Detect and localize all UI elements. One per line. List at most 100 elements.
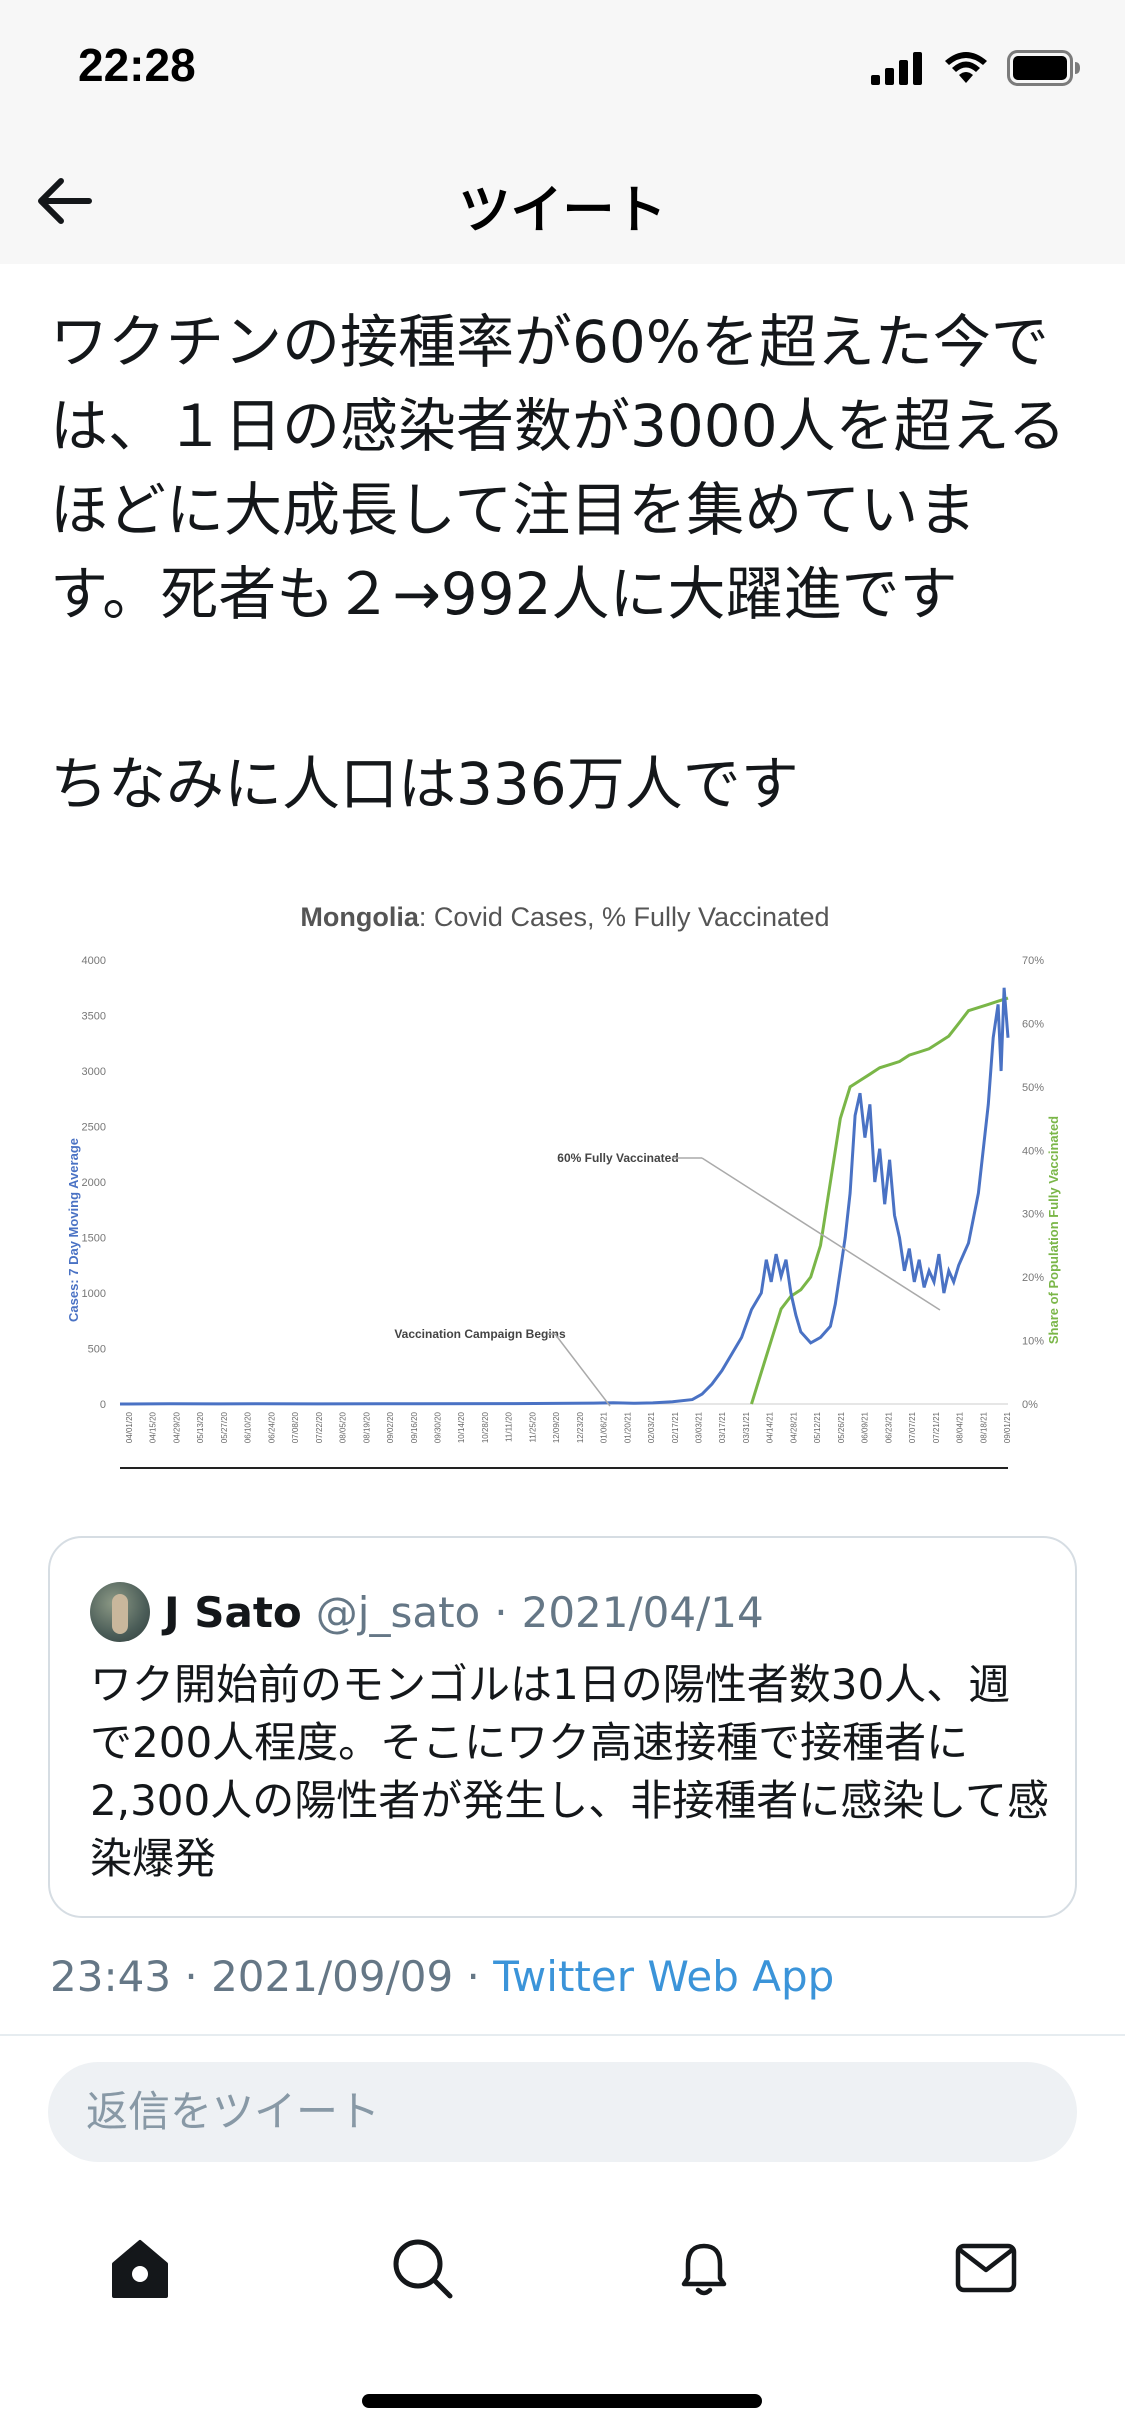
tweet-timestamp: 23:43 · 2021/09/09 · — [50, 1952, 494, 2001]
x-tick: 08/18/21 — [979, 1411, 988, 1443]
y-axis-label-right: Share of Population Fully Vaccinated — [1046, 1116, 1061, 1344]
y-ticks-right: 0% 10% 20% 30% 40% 50% 60% 70% — [1022, 955, 1044, 1411]
chart-svg: Mongolia: Covid Cases, % Fully Vaccinate… — [66, 902, 1061, 1469]
status-bar: 22:28 — [0, 0, 1125, 140]
x-tick: 05/26/21 — [837, 1411, 846, 1443]
x-tick: 03/31/21 — [742, 1411, 751, 1443]
chart-title-rest: : Covid Cases, % Fully Vaccinated — [419, 902, 830, 932]
x-tick: 05/13/20 — [196, 1411, 205, 1443]
x-tick: 07/21/21 — [932, 1411, 941, 1443]
y-tick-right: 70% — [1022, 955, 1044, 967]
battery-icon — [1007, 50, 1081, 90]
y-tick-left: 0 — [100, 1399, 106, 1411]
y-tick-left: 4000 — [82, 955, 106, 967]
x-tick: 07/08/20 — [291, 1411, 300, 1443]
x-tick: 03/17/21 — [718, 1411, 727, 1443]
y-tick-right: 10% — [1022, 1336, 1044, 1348]
y-tick-right: 50% — [1022, 1082, 1044, 1094]
chart-title: Mongolia: Covid Cases, % Fully Vaccinate… — [300, 902, 829, 932]
quoted-author-handle[interactable]: @j_sato — [316, 1588, 480, 1637]
tweet-meta: 23:43 · 2021/09/09 · Twitter Web App — [50, 1952, 834, 2001]
y-tick-left: 1500 — [82, 1233, 106, 1245]
y-tick-left: 500 — [88, 1344, 106, 1356]
reply-input[interactable]: 返信をツイート — [86, 2062, 380, 2162]
x-tick: 09/01/21 — [1003, 1411, 1012, 1443]
bell-icon — [681, 2243, 727, 2296]
x-tick: 11/25/20 — [528, 1411, 537, 1442]
x-tick: 08/05/20 — [339, 1411, 348, 1443]
series-line-vaccinated — [750, 996, 1009, 1405]
x-tick: 04/14/21 — [766, 1411, 775, 1443]
annotation-60pct-label: 60% Fully Vaccinated — [557, 1151, 678, 1165]
home-indicator — [362, 2394, 762, 2408]
x-tick: 09/30/20 — [433, 1411, 442, 1443]
signal-icon — [871, 51, 925, 89]
tweet-text-2: ちなみに人口は336万人です — [50, 750, 799, 818]
x-tick: 09/16/20 — [410, 1411, 419, 1443]
x-tick: 07/07/21 — [908, 1411, 917, 1443]
status-time: 22:28 — [78, 39, 196, 91]
avatar[interactable] — [90, 1582, 150, 1642]
quoted-tweet[interactable]: J Sato @j_sato · 2021/04/14 ワク開始前のモンゴルは1… — [48, 1536, 1077, 1918]
x-tick: 12/09/20 — [552, 1411, 561, 1443]
y-tick-right: 40% — [1022, 1145, 1044, 1157]
tweet-text: ワクチンの接種率が60%を超えた今では、１日の感染者数が3000人を超えるほどに… — [50, 308, 1066, 628]
x-tick: 09/02/20 — [386, 1411, 395, 1443]
x-tick: 10/28/20 — [481, 1411, 490, 1443]
x-tick: 06/23/21 — [884, 1411, 893, 1443]
x-tick: 06/24/20 — [267, 1411, 276, 1443]
y-tick-right: 0% — [1022, 1399, 1038, 1411]
x-tick: 04/28/21 — [789, 1411, 798, 1443]
x-tick: 02/03/21 — [647, 1411, 656, 1443]
x-tick: 01/06/21 — [600, 1411, 609, 1443]
y-tick-left: 2000 — [82, 1177, 106, 1189]
y-tick-left: 3000 — [82, 1066, 106, 1078]
tab-messages[interactable] — [946, 2228, 1026, 2308]
y-tick-right: 60% — [1022, 1018, 1044, 1030]
x-tick: 01/20/21 — [623, 1411, 632, 1443]
chart-title-bold: Mongolia — [300, 902, 419, 932]
tweet-source-link[interactable]: Twitter Web App — [493, 1952, 834, 2001]
home-icon — [112, 2240, 168, 2298]
quoted-tweet-header: J Sato @j_sato · 2021/04/14 — [90, 1582, 764, 1642]
page-title: ツイート — [458, 181, 667, 241]
quoted-separator: · — [494, 1587, 508, 1637]
tab-bar — [0, 2200, 1125, 2330]
y-axis-label-left: Cases: 7 Day Moving Average — [66, 1138, 81, 1322]
quoted-date: 2021/04/14 — [521, 1587, 764, 1637]
status-icons — [871, 50, 1081, 90]
x-tick: 05/27/20 — [220, 1411, 229, 1443]
y-tick-left: 2500 — [82, 1122, 106, 1134]
x-tick: 04/01/20 — [125, 1411, 134, 1443]
x-tick: 08/19/20 — [362, 1411, 371, 1443]
x-tick: 04/29/20 — [172, 1411, 181, 1443]
series-line-cases — [119, 987, 1010, 1406]
y-tick-left: 1000 — [82, 1288, 106, 1300]
x-tick: 06/09/21 — [861, 1411, 870, 1443]
quoted-author-name[interactable]: J Sato — [164, 1588, 302, 1637]
x-tick: 02/17/21 — [671, 1411, 680, 1443]
x-tick: 05/12/21 — [813, 1411, 822, 1443]
x-tick: 11/11/20 — [505, 1411, 514, 1442]
annotation-campaign-label: Vaccination Campaign Begins — [394, 1327, 566, 1341]
wifi-icon — [943, 51, 989, 89]
y-tick-right: 20% — [1022, 1272, 1044, 1284]
nav-bar: ツイート — [0, 140, 1125, 264]
tab-home[interactable] — [100, 2228, 180, 2308]
search-icon — [393, 2239, 453, 2299]
reply-box[interactable]: 返信をツイート — [48, 2062, 1077, 2162]
x-tick: 08/04/21 — [956, 1411, 965, 1443]
y-tick-left: 3500 — [82, 1011, 106, 1023]
x-tick: 12/23/20 — [576, 1411, 585, 1443]
x-tick: 03/03/21 — [695, 1411, 704, 1443]
annotation-campaign-pointer — [554, 1333, 611, 1407]
x-tick: 07/22/20 — [315, 1411, 324, 1443]
x-tick: 10/14/20 — [457, 1411, 466, 1443]
tweet-media-chart[interactable]: Mongolia: Covid Cases, % Fully Vaccinate… — [50, 890, 1080, 1502]
divider — [0, 2034, 1125, 2036]
tab-search[interactable] — [382, 2228, 462, 2308]
y-tick-right: 30% — [1022, 1209, 1044, 1221]
y-ticks-left: 0 500 1000 1500 2000 2500 3000 3500 4000 — [82, 955, 106, 1411]
tab-notifications[interactable] — [664, 2228, 744, 2308]
quoted-tweet-text: ワク開始前のモンゴルは1日の陽性者数30人、週で200人程度。そこにワク高速接種… — [90, 1660, 1049, 1883]
